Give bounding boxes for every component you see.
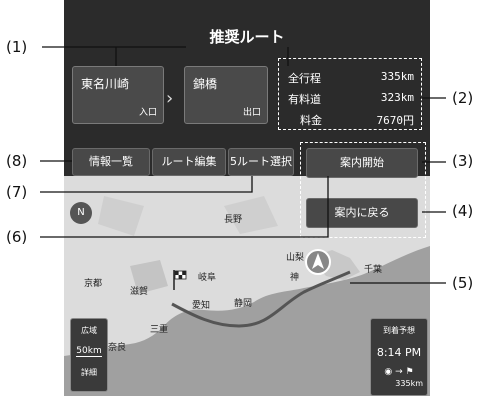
callout-3: (3) [452, 152, 474, 170]
callout-5: (5) [452, 274, 474, 292]
callout-8: (8) [6, 152, 28, 170]
callout-6: (6) [6, 228, 28, 246]
callout-leader-lines [40, 46, 446, 284]
callout-7: (7) [6, 183, 28, 201]
callout-4: (4) [452, 202, 474, 220]
callout-1: (1) [6, 38, 28, 56]
callout-2: (2) [452, 89, 474, 107]
